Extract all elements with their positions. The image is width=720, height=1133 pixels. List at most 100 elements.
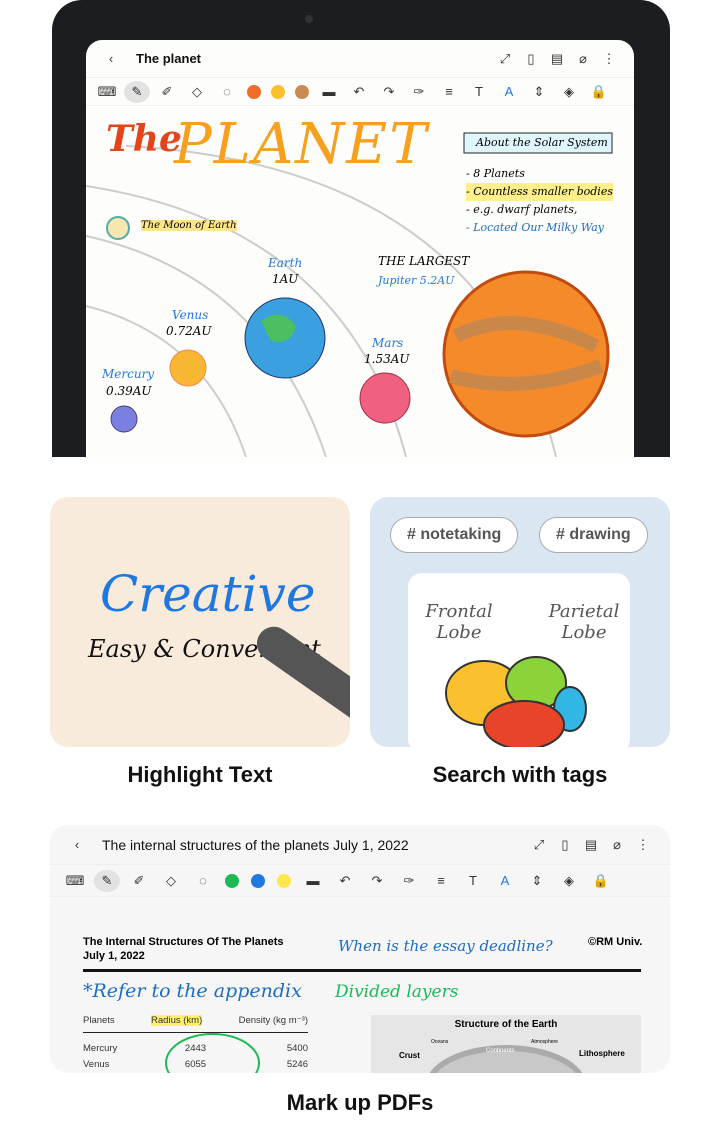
eraser-icon[interactable]: ◇ [158,870,184,892]
more-icon[interactable]: ⋮ [630,834,656,856]
doc-date: July 1, 2022 [83,950,145,962]
col-density: Density (kg m⁻³) [238,1015,308,1026]
col-radius: Radius (km) [151,1015,203,1026]
box-title: About the Solar System [476,136,608,149]
keyboard-icon[interactable]: ⌨ [62,870,88,892]
bullet: - Countless smaller bodies [466,183,613,201]
bullet: - 8 Planets [466,167,525,180]
cell: Venus [83,1059,110,1070]
color-green[interactable] [225,873,239,888]
table-header: Planets Radius (km) Density (kg m⁻³) [83,1015,308,1033]
text-icon[interactable]: T [460,870,486,892]
figure-title: Structure of the Earth [454,1019,558,1030]
copyright: ©RM Univ. [588,936,643,948]
redo-icon[interactable]: ↷ [376,81,402,103]
pen-icon[interactable]: ✎ [94,869,120,892]
pdf-title: The internal structures of the planets J… [102,836,409,853]
color-blue[interactable] [251,873,265,888]
align-icon[interactable]: ≡ [428,870,454,892]
spacing-icon[interactable]: ⇕ [526,81,552,103]
mercury-au: 0.39AU [106,384,152,398]
lock-icon[interactable]: 🔒 [586,81,612,103]
creative-text: Creative [100,565,316,623]
pdf-header: ‹ The internal structures of the planets… [50,825,670,865]
expand-icon[interactable]: ⤢ [492,48,518,70]
expand-icon[interactable]: ⤢ [526,834,552,856]
doc-title: The Internal Structures Of The Planets [83,936,284,948]
highlighter-icon[interactable]: ✐ [154,81,180,103]
page-icon[interactable]: ▤ [578,834,604,856]
mars-au: 1.53AU [364,352,410,366]
bullet: - e.g. dwarf planets, [466,203,578,216]
bullet: - Located Our Milky Way [466,221,604,234]
text-icon[interactable]: T [466,81,492,103]
jupiter-label: Jupiter 5.2AU [378,274,455,287]
parietal-label: Parietal Lobe [548,601,620,643]
label-oceans: Oceans [431,1039,449,1045]
earth-figure: Structure of the Earth Oceans Atmosphere… [371,1015,641,1073]
back-icon[interactable]: ‹ [64,834,90,856]
shapes-icon[interactable]: ◈ [556,870,582,892]
camera [305,15,313,23]
undo-icon[interactable]: ↶ [346,81,372,103]
note-ref: *Refer to the appendix [83,980,302,1002]
book-icon[interactable]: ▯ [518,48,544,70]
spacing-icon[interactable]: ⇕ [524,870,550,892]
label-lithosphere: Lithosphere [579,1049,625,1058]
note-screen: ‹ The planet ⤢ ▯ ▤ ⌀ ⋮ ⌨ ✎ ✐ ◇ ◌ ▬ ↶ ↷ ✑… [86,40,634,457]
brain-note: Frontal Lobe Parietal Lobe [408,573,630,747]
note-layers: Divided layers [335,982,459,1002]
tags-label: Search with tags [432,762,608,787]
lock-icon[interactable]: 🔒 [588,870,614,892]
style-icon[interactable]: A [492,870,518,892]
attach-icon[interactable]: ⌀ [604,834,630,856]
lasso-icon[interactable]: ◌ [214,81,240,103]
keyboard-icon[interactable]: ⌨ [94,81,120,103]
attach-icon[interactable]: ⌀ [570,48,596,70]
cell: Mercury [83,1043,118,1054]
label-continents: Continents [486,1048,515,1054]
highlight-card: Creative Easy & Convenient [50,497,350,747]
pdf-toolbar: ⌨ ✎ ✐ ◇ ◌ ▬ ↶ ↷ ✑ ≡ T A ⇕ ◈ 🔒 [50,865,670,897]
pen-settings-icon[interactable]: ✑ [396,870,422,892]
color-yellow[interactable] [271,84,285,99]
stroke-width-icon[interactable]: ▬ [316,81,342,103]
earth-au: 1AU [272,272,299,286]
bullets: - 8 Planets - Countless smaller bodies -… [466,165,613,237]
book-icon[interactable]: ▯ [552,834,578,856]
pdf-card: ‹ The internal structures of the planets… [50,825,670,1073]
mercury-label: Mercury [102,367,155,381]
highlighter-icon[interactable]: ✐ [126,870,152,892]
color-brown[interactable] [295,84,309,99]
note-header: ‹ The planet ⤢ ▯ ▤ ⌀ ⋮ [86,40,634,78]
style-icon[interactable]: A [496,81,522,103]
toolbar: ⌨ ✎ ✐ ◇ ◌ ▬ ↶ ↷ ✑ ≡ T A ⇕ ◈ 🔒 [86,78,634,106]
mars-label: Mars [372,336,404,350]
back-icon[interactable]: ‹ [98,48,124,70]
align-icon[interactable]: ≡ [436,81,462,103]
shapes-icon[interactable]: ◈ [556,81,582,103]
tag-drawing[interactable]: # drawing [539,517,648,553]
heading-the: The [106,118,182,160]
highlight-label: Highlight Text [127,762,273,787]
venus-label: Venus [172,308,209,322]
lasso-icon[interactable]: ◌ [190,870,216,892]
largest-label: THE LARGEST [378,254,470,268]
col-planets: Planets [83,1015,115,1026]
pen-icon[interactable]: ✎ [124,80,150,103]
divider [83,969,641,972]
pen-settings-icon[interactable]: ✑ [406,81,432,103]
redo-icon[interactable]: ↷ [364,870,390,892]
color-orange[interactable] [247,84,261,99]
eraser-icon[interactable]: ◇ [184,81,210,103]
page-icon[interactable]: ▤ [544,48,570,70]
more-icon[interactable]: ⋮ [596,48,622,70]
tag-notetaking[interactable]: # notetaking [390,517,519,553]
earth-label: Earth [268,256,303,270]
stroke-width-icon[interactable]: ▬ [300,870,326,892]
brain-drawing [445,656,587,747]
color-yellow[interactable] [277,873,291,888]
tags-card: # notetaking # drawing Frontal Lobe Pari… [370,497,670,747]
pdf-label: Mark up PDFs [286,1090,434,1115]
undo-icon[interactable]: ↶ [332,870,358,892]
